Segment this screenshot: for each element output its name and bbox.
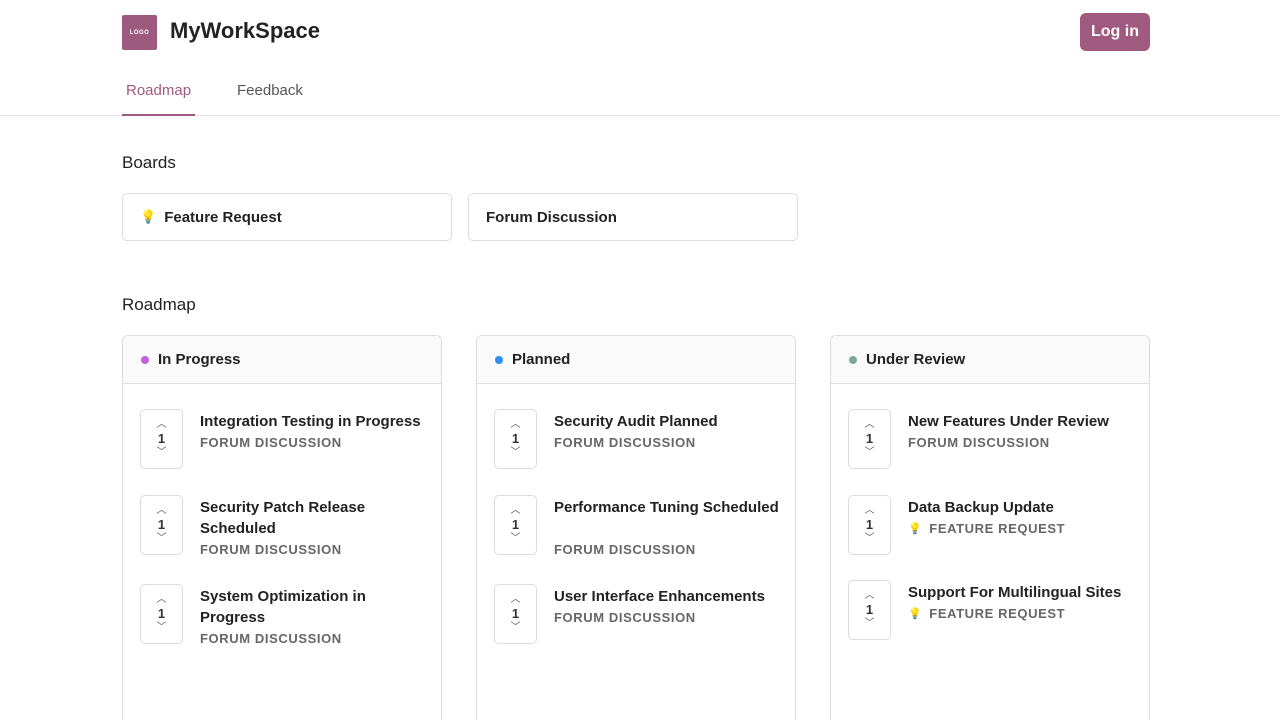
- board-name: Forum Discussion: [200, 631, 342, 646]
- board-label: Feature Request: [164, 208, 282, 226]
- vote-button[interactable]: ︿ 1 ﹀: [140, 495, 183, 555]
- vote-count: 1: [157, 606, 166, 621]
- chevron-up-icon[interactable]: ︿: [157, 419, 167, 431]
- chevron-down-icon[interactable]: ﹀: [511, 447, 521, 459]
- item-board-label: Forum Discussion: [554, 610, 696, 625]
- login-button[interactable]: Log in: [1080, 13, 1150, 51]
- vote-button[interactable]: ︿ 1 ﹀: [848, 495, 891, 555]
- vote-button[interactable]: ︿ 1 ﹀: [848, 580, 891, 640]
- chevron-down-icon[interactable]: ﹀: [157, 447, 167, 459]
- item-title[interactable]: Data Backup Update: [908, 497, 1136, 518]
- item-title[interactable]: Integration Testing in Progress: [200, 411, 428, 432]
- board-name: Feature Request: [929, 521, 1066, 536]
- column-title: Planned: [512, 351, 571, 368]
- item-title[interactable]: Performance Tuning Scheduled: [554, 497, 782, 518]
- roadmap-column-in-progress: In Progress ︿ 1 ﹀ Integration Testing in…: [122, 335, 442, 720]
- board-name: Feature Request: [929, 606, 1066, 621]
- item-board-label: 💡 Feature Request: [908, 606, 1065, 621]
- chevron-up-icon[interactable]: ︿: [157, 505, 167, 517]
- item-board-label: Forum Discussion: [200, 435, 342, 450]
- boards-heading: Boards: [122, 153, 176, 172]
- logo[interactable]: LOGO: [122, 15, 157, 50]
- chevron-up-icon[interactable]: ︿: [511, 419, 521, 431]
- vote-button[interactable]: ︿ 1 ﹀: [494, 409, 537, 469]
- vote-count: 1: [865, 517, 874, 532]
- vote-count: 1: [157, 431, 166, 446]
- item-title[interactable]: User Interface Enhancements: [554, 586, 782, 607]
- item-title[interactable]: System Optimization in Progress: [200, 586, 428, 628]
- item-board-label: Forum Discussion: [554, 542, 696, 557]
- item-title[interactable]: New Features Under Review: [908, 411, 1136, 432]
- tab-roadmap[interactable]: Roadmap: [122, 82, 196, 116]
- board-feature-request[interactable]: 💡 Feature Request: [122, 193, 452, 241]
- lightbulb-icon: 💡: [140, 209, 157, 224]
- vote-count: 1: [511, 431, 520, 446]
- status-dot: [495, 355, 503, 364]
- board-name: Forum Discussion: [200, 435, 342, 450]
- item-board-label: 💡 Feature Request: [908, 521, 1065, 536]
- chevron-down-icon[interactable]: ﹀: [511, 622, 521, 634]
- column-header: In Progress: [123, 336, 441, 384]
- chevron-down-icon[interactable]: ﹀: [157, 622, 167, 634]
- column-header: Under Review: [831, 336, 1149, 384]
- chevron-down-icon[interactable]: ﹀: [511, 533, 521, 545]
- roadmap-column-planned: Planned ︿ 1 ﹀ Security Audit Planned For…: [476, 335, 796, 720]
- vote-button[interactable]: ︿ 1 ﹀: [140, 409, 183, 469]
- vote-button[interactable]: ︿ 1 ﹀: [140, 584, 183, 644]
- item-title[interactable]: Security Patch Release Scheduled: [200, 497, 428, 539]
- item-title[interactable]: Support For Multilingual Sites: [908, 582, 1136, 603]
- vote-button[interactable]: ︿ 1 ﹀: [494, 495, 537, 555]
- vote-count: 1: [511, 517, 520, 532]
- column-header: Planned: [477, 336, 795, 384]
- status-dot: [141, 355, 149, 364]
- column-title: Under Review: [866, 351, 966, 368]
- tab-feedback[interactable]: Feedback: [233, 82, 307, 116]
- board-forum-discussion[interactable]: Forum Discussion: [468, 193, 798, 241]
- board-name: Forum Discussion: [554, 435, 696, 450]
- lightbulb-icon: 💡: [908, 608, 923, 620]
- item-board-label: Forum Discussion: [200, 631, 342, 646]
- chevron-up-icon[interactable]: ︿: [511, 505, 521, 517]
- vote-count: 1: [157, 517, 166, 532]
- lightbulb-icon: 💡: [908, 523, 923, 535]
- column-title: In Progress: [158, 351, 241, 368]
- status-dot: [849, 355, 857, 364]
- roadmap-column-under-review: Under Review ︿ 1 ﹀ New Features Under Re…: [830, 335, 1150, 720]
- chevron-up-icon[interactable]: ︿: [511, 594, 521, 606]
- chevron-up-icon[interactable]: ︿: [157, 594, 167, 606]
- board-name: Forum Discussion: [554, 542, 696, 557]
- item-board-label: Forum Discussion: [908, 435, 1050, 450]
- vote-button[interactable]: ︿ 1 ﹀: [494, 584, 537, 644]
- chevron-down-icon[interactable]: ﹀: [865, 618, 875, 630]
- chevron-down-icon[interactable]: ﹀: [865, 533, 875, 545]
- top-header: LOGO MyWorkSpace Log in Roadmap Feedback: [0, 0, 1280, 116]
- item-board-label: Forum Discussion: [554, 435, 696, 450]
- board-label: Forum Discussion: [486, 208, 617, 226]
- board-name: Forum Discussion: [908, 435, 1050, 450]
- vote-count: 1: [865, 431, 874, 446]
- chevron-down-icon[interactable]: ﹀: [865, 447, 875, 459]
- board-name: Forum Discussion: [200, 542, 342, 557]
- board-name: Forum Discussion: [554, 610, 696, 625]
- item-title[interactable]: Security Audit Planned: [554, 411, 782, 432]
- logo-text: LOGO: [129, 29, 150, 36]
- roadmap-heading: Roadmap: [122, 295, 196, 314]
- item-board-label: Forum Discussion: [200, 542, 342, 557]
- brand-name: MyWorkSpace: [170, 18, 320, 43]
- chevron-up-icon[interactable]: ︿: [865, 419, 875, 431]
- vote-count: 1: [865, 602, 874, 617]
- chevron-up-icon[interactable]: ︿: [865, 505, 875, 517]
- vote-count: 1: [511, 606, 520, 621]
- vote-button[interactable]: ︿ 1 ﹀: [848, 409, 891, 469]
- chevron-up-icon[interactable]: ︿: [865, 590, 875, 602]
- chevron-down-icon[interactable]: ﹀: [157, 533, 167, 545]
